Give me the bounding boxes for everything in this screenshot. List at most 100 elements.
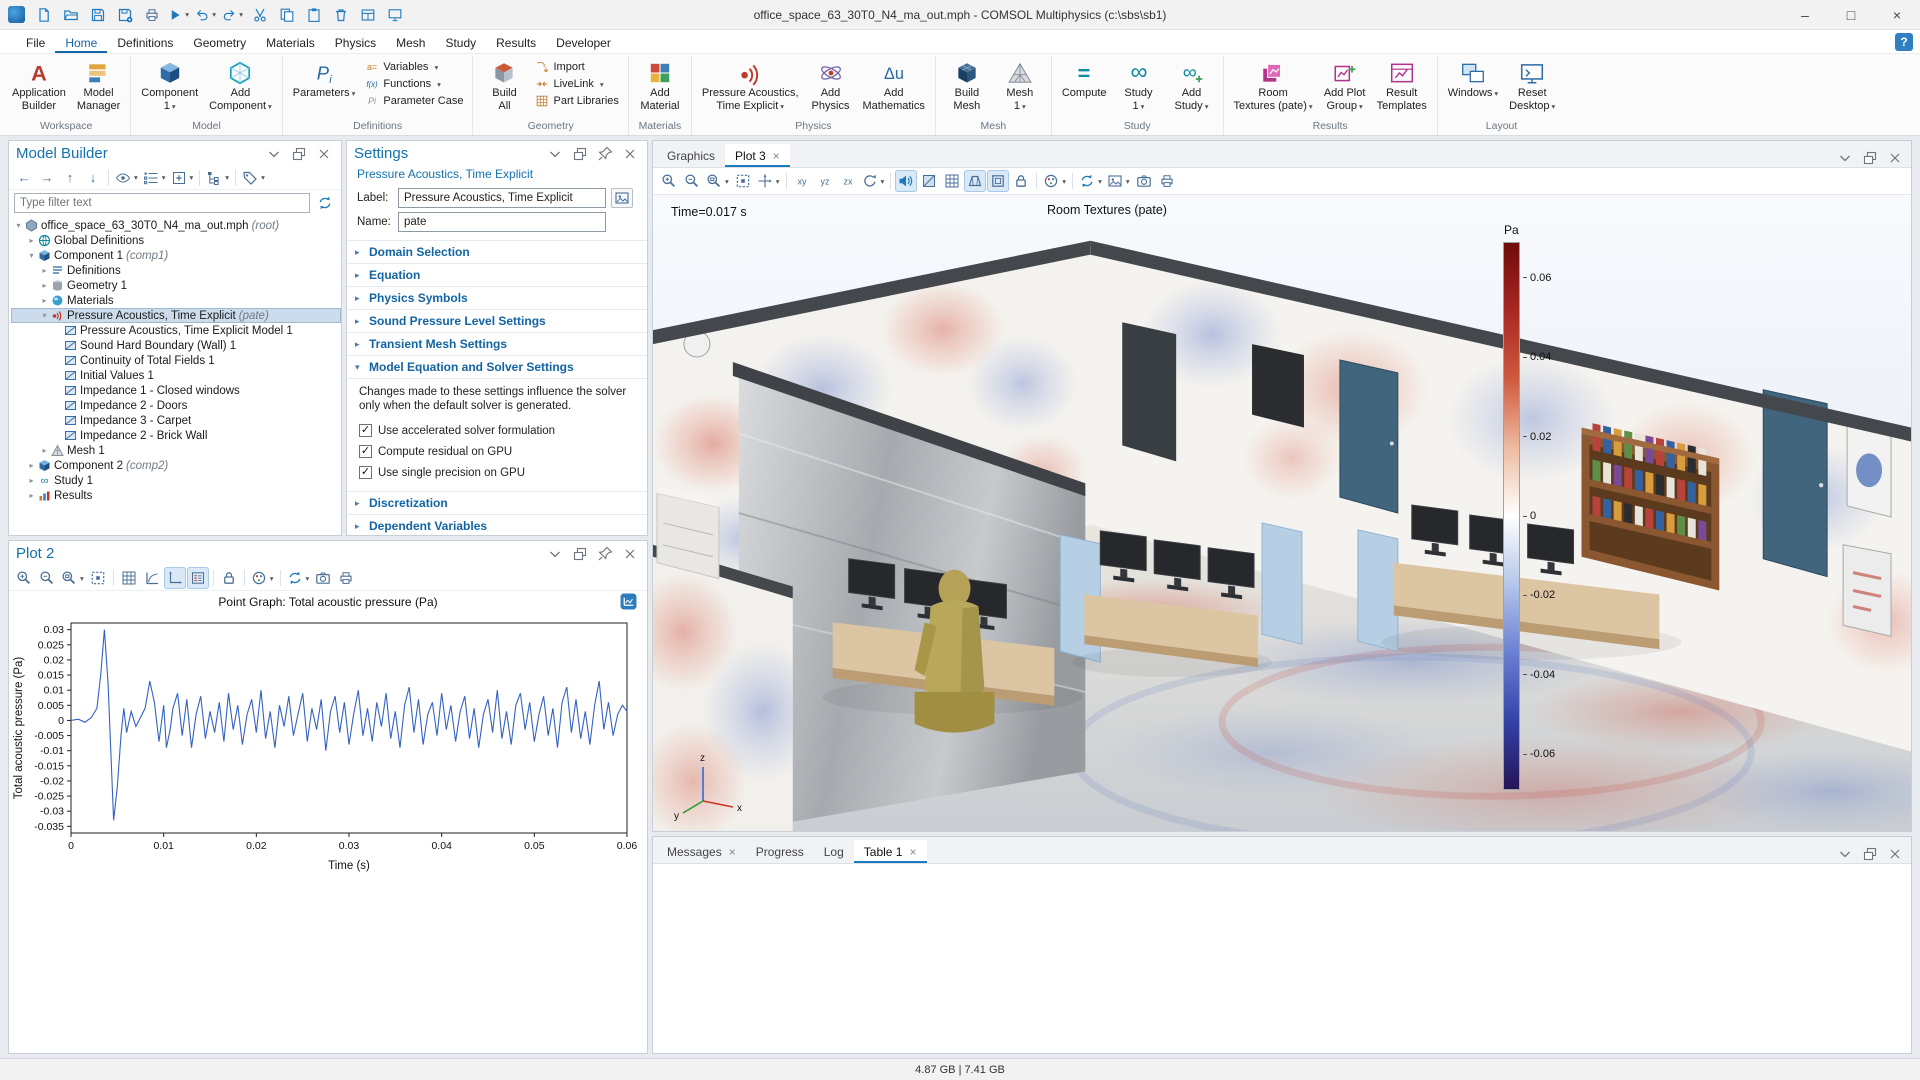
ribbon-add-component[interactable]: Add Component ▾ (204, 56, 277, 114)
tree-node-mesh-1[interactable]: ▸ Mesh 1 (11, 443, 341, 458)
default-view-button[interactable]: ▾ (755, 170, 782, 192)
show-grid-button[interactable] (941, 170, 963, 192)
maximize-button[interactable]: □ (1828, 0, 1874, 29)
ribbon-parameter-case[interactable]: Pi Parameter Case (361, 93, 467, 109)
tree-node-impedance-2-doors[interactable]: Impedance 2 - Doors (11, 398, 341, 413)
graphics-tab-graphics[interactable]: Graphics (657, 144, 725, 167)
sound-button[interactable] (895, 170, 918, 192)
float-button[interactable] (289, 145, 309, 163)
cut-button[interactable] (247, 3, 272, 26)
menu-mesh[interactable]: Mesh (386, 30, 435, 53)
checkbox-use-single-precision-on-gpu[interactable]: ✓ Use single precision on GPU (359, 462, 637, 483)
undo-button[interactable]: ▾ (193, 3, 218, 26)
copy-button[interactable] (274, 3, 299, 26)
settings-section-header-physics-symbols[interactable]: ▸ Physics Symbols (347, 287, 647, 310)
move-up-button[interactable]: ↑ (59, 167, 81, 189)
pin-button[interactable] (595, 145, 615, 163)
graphics-tab-plot-3[interactable]: Plot 3 × (725, 144, 790, 167)
tree-node-impedance-2-brick-wall[interactable]: Impedance 2 - Brick Wall (11, 428, 341, 443)
update-button[interactable]: ▾ (285, 567, 312, 589)
lock-button[interactable] (1010, 170, 1032, 192)
close-small-button[interactable] (1885, 845, 1905, 863)
help-button[interactable]: ? (1895, 33, 1913, 51)
pin-button[interactable] (595, 545, 615, 563)
perspective-button[interactable] (964, 170, 987, 192)
close-small-button[interactable] (620, 545, 640, 563)
information-tab-table-1[interactable]: Table 1 × (853, 840, 927, 863)
ribbon-variables[interactable]: a= Variables ▾ (361, 59, 467, 75)
settings-section-header-discretization[interactable]: ▸ Discretization (347, 492, 647, 515)
ribbon-component-1[interactable]: Component 1 ▾ (136, 56, 203, 114)
menu-study[interactable]: Study (435, 30, 486, 53)
tree-node-geometry-1[interactable]: ▸ Geometry 1 (11, 278, 341, 293)
tree-node-component-2[interactable]: ▸ Component 2 (comp2) (11, 458, 341, 473)
tree-node-impedance-1-closed-windows[interactable]: Impedance 1 - Closed windows (11, 383, 341, 398)
settings-section-header-domain-selection[interactable]: ▸ Domain Selection (347, 241, 647, 264)
zoom-in-button[interactable] (13, 567, 35, 589)
ribbon-parameters[interactable]: Pi Parameters ▾ (288, 56, 361, 102)
ribbon-study-1[interactable]: ∞ Study 1 ▾ (1113, 56, 1165, 114)
ribbon-application-builder[interactable]: A Application Builder (7, 56, 71, 113)
tree-collapsed-icon[interactable]: ▸ (39, 296, 50, 305)
move-down-button[interactable]: ↓ (82, 167, 104, 189)
rename-button[interactable] (611, 188, 633, 208)
zoom-in-button[interactable] (658, 170, 680, 192)
collapse-button[interactable] (1835, 149, 1855, 167)
redo-button[interactable]: ▾ (220, 3, 245, 26)
tree-collapsed-icon[interactable]: ▸ (39, 446, 50, 455)
orthographic-button[interactable] (987, 170, 1010, 192)
legend-ic-button[interactable] (186, 567, 209, 589)
ribbon-add-plot-group[interactable]: Add Plot Group ▾ (1319, 56, 1371, 114)
zoom-extents-button[interactable] (87, 567, 109, 589)
float-button[interactable] (570, 545, 590, 563)
ribbon-functions[interactable]: f(x) Functions ▾ (361, 76, 467, 92)
close-small-button[interactable] (620, 145, 640, 163)
menu-definitions[interactable]: Definitions (107, 30, 183, 53)
save-as-button[interactable] (112, 3, 137, 26)
close-small-button[interactable] (1885, 149, 1905, 167)
graphics-tab-close-icon[interactable]: × (773, 150, 780, 162)
new-file-button[interactable] (31, 3, 56, 26)
tree-collapsed-icon[interactable]: ▸ (26, 461, 37, 470)
settings-section-header-equation[interactable]: ▸ Equation (347, 264, 647, 287)
information-tab-progress[interactable]: Progress (746, 840, 814, 863)
save-button[interactable] (85, 3, 110, 26)
collapse-button[interactable] (545, 545, 565, 563)
print-button[interactable] (1156, 170, 1178, 192)
grid-button[interactable] (118, 567, 140, 589)
zoom-extents-button[interactable] (732, 170, 754, 192)
tree-node-continuity-of-total-fields-1[interactable]: Continuity of Total Fields 1 (11, 353, 341, 368)
tree-node-impedance-3-carpet[interactable]: Impedance 3 - Carpet (11, 413, 341, 428)
tree-node-component-1[interactable]: ▾ Component 1 (comp1) (11, 248, 341, 263)
run-button[interactable]: ▾ (166, 3, 191, 26)
ribbon-room-textures-pate[interactable]: Room Textures (pate) ▾ (1229, 56, 1318, 114)
ribbon-build-mesh[interactable]: Build Mesh (941, 56, 993, 113)
ribbon-model-manager[interactable]: Model Manager (72, 56, 125, 113)
rotate-button[interactable]: ▾ (860, 170, 887, 192)
tree-node-results[interactable]: ▸ Results (11, 488, 341, 503)
tree-expanded-icon[interactable]: ▾ (26, 251, 37, 260)
scene-color-button[interactable]: ▾ (249, 567, 276, 589)
zoom-box-button[interactable]: ▾ (59, 567, 86, 589)
ribbon-add-physics[interactable]: Add Physics (805, 56, 857, 113)
print-button[interactable] (335, 567, 357, 589)
checkbox-use-accelerated-solver-formulation[interactable]: ✓ Use accelerated solver formulation (359, 420, 637, 441)
menu-materials[interactable]: Materials (256, 30, 325, 53)
ribbon-add-material[interactable]: Add Material (634, 56, 686, 113)
show-button[interactable]: ▾ (113, 167, 140, 189)
print-button[interactable] (139, 3, 164, 26)
forward-button[interactable]: → (36, 167, 58, 189)
view-zx-button[interactable]: zx (837, 170, 859, 192)
float-button[interactable] (1860, 149, 1880, 167)
tree-node-initial-values-1[interactable]: Initial Values 1 (11, 368, 341, 383)
plot-window-icon[interactable] (620, 593, 637, 610)
settings-section-header-model-equation-and-solver-settings[interactable]: ▾ Model Equation and Solver Settings (347, 356, 647, 379)
plot2-canvas[interactable]: 0 0.01 0.02 0.03 0.04 0.05 0.06 0.03 0.025 0.02 0.… (9, 613, 647, 1053)
tree-node-sound-hard-boundary-wall-1[interactable]: Sound Hard Boundary (Wall) 1 (11, 338, 341, 353)
float-button[interactable] (1860, 845, 1880, 863)
update-button[interactable]: ▾ (1077, 170, 1104, 192)
model-tree-view-button[interactable]: ▾ (204, 167, 231, 189)
close-small-button[interactable] (314, 145, 334, 163)
ribbon-pressure-acoustics-time-explicit[interactable]: Pressure Acoustics, Time Explicit ▾ (697, 56, 804, 114)
menu-home[interactable]: Home (55, 30, 107, 53)
